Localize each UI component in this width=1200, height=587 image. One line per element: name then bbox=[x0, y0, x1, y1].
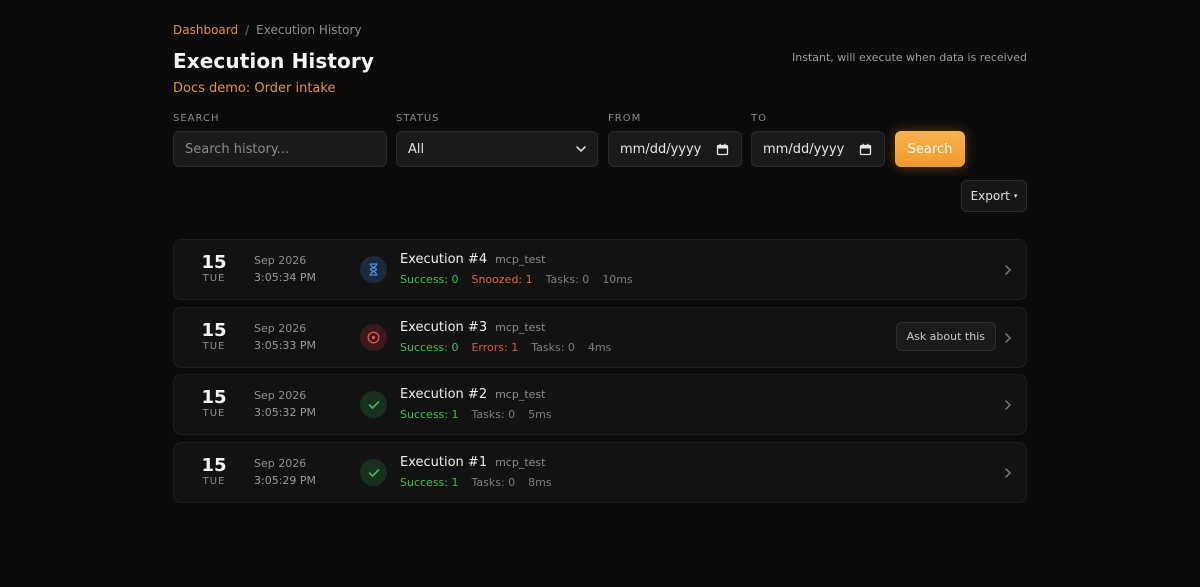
calendar-icon[interactable] bbox=[859, 143, 872, 156]
breadcrumb-dashboard-link[interactable]: Dashboard bbox=[173, 23, 238, 37]
execution-name: Execution #2 bbox=[400, 387, 488, 402]
execution-time: 3:05:29 PM bbox=[254, 474, 317, 487]
execution-day: 15 bbox=[201, 455, 227, 476]
execution-month: Sep 2026 bbox=[254, 389, 307, 402]
caret-down-icon: ▾ bbox=[1013, 192, 1018, 200]
stat-success: Success: 1 bbox=[400, 408, 459, 421]
check-icon bbox=[368, 400, 379, 409]
stat-snoozed: Snoozed: 1 bbox=[471, 273, 533, 286]
hourglass-icon bbox=[369, 263, 378, 276]
execution-time: 3:05:32 PM bbox=[254, 406, 317, 419]
breadcrumb: Dashboard / Execution History bbox=[173, 23, 362, 37]
breadcrumb-current: Execution History bbox=[256, 23, 362, 37]
execution-stats: Success: 1 Tasks: 0 5ms bbox=[400, 408, 552, 421]
stat-duration: 4ms bbox=[587, 341, 612, 354]
execution-day: 15 bbox=[201, 320, 227, 341]
status-select-value: All bbox=[408, 141, 425, 157]
to-label: TO bbox=[751, 113, 767, 124]
execution-time: 3:05:33 PM bbox=[254, 339, 317, 352]
execution-day: 15 bbox=[201, 387, 227, 408]
chevron-right-icon[interactable] bbox=[1004, 264, 1012, 276]
workflow-subtitle: Docs demo: Order intake bbox=[173, 81, 336, 96]
status-snoozed-badge bbox=[360, 256, 387, 283]
calendar-icon[interactable] bbox=[716, 143, 729, 156]
execution-title: Execution #3 mcp_test bbox=[400, 320, 545, 335]
execution-stats: Success: 0 Snoozed: 1 Tasks: 0 10ms bbox=[400, 273, 633, 286]
execution-row[interactable]: 15 TUE Sep 2026 3:05:34 PM Execution #4 m… bbox=[173, 239, 1027, 300]
search-button[interactable]: Search bbox=[895, 131, 965, 167]
execution-day: 15 bbox=[201, 252, 227, 273]
search-input[interactable]: Search history... bbox=[173, 131, 387, 167]
execution-name: Execution #1 bbox=[400, 455, 488, 470]
from-date-value: mm/dd/yyyy bbox=[620, 141, 702, 157]
stat-success: Success: 0 bbox=[400, 341, 459, 354]
status-error-badge bbox=[360, 324, 387, 351]
execution-stats: Success: 1 Tasks: 0 8ms bbox=[400, 476, 552, 489]
status-select[interactable]: All bbox=[396, 131, 598, 167]
execution-tag: mcp_test bbox=[495, 456, 546, 469]
chevron-down-icon bbox=[576, 146, 586, 153]
execution-row[interactable]: 15 TUE Sep 2026 3:05:29 PM Execution #1 m… bbox=[173, 442, 1027, 503]
stat-duration: 8ms bbox=[528, 476, 552, 489]
stat-success: Success: 0 bbox=[400, 273, 459, 286]
chevron-right-icon[interactable] bbox=[1004, 399, 1012, 411]
execution-tag: mcp_test bbox=[495, 388, 546, 401]
from-date-input[interactable]: mm/dd/yyyy bbox=[608, 131, 742, 167]
stat-errors: Errors: 1 bbox=[471, 341, 519, 354]
status-success-badge bbox=[360, 459, 387, 486]
export-label: Export bbox=[970, 189, 1010, 203]
chevron-right-icon[interactable] bbox=[1004, 467, 1012, 479]
check-icon bbox=[368, 468, 379, 477]
status-label: STATUS bbox=[396, 113, 440, 124]
stat-tasks: Tasks: 0 bbox=[545, 273, 590, 286]
stat-tasks: Tasks: 0 bbox=[531, 341, 575, 354]
execution-time: 3:05:34 PM bbox=[254, 271, 317, 284]
execution-title: Execution #4 mcp_test bbox=[400, 252, 545, 267]
execution-month: Sep 2026 bbox=[254, 457, 307, 470]
execution-name: Execution #3 bbox=[400, 320, 488, 335]
to-date-input[interactable]: mm/dd/yyyy bbox=[751, 131, 885, 167]
stat-tasks: Tasks: 0 bbox=[471, 476, 516, 489]
execution-month: Sep 2026 bbox=[254, 322, 307, 335]
execution-tag: mcp_test bbox=[495, 253, 546, 266]
status-success-badge bbox=[360, 391, 387, 418]
execution-weekday: TUE bbox=[202, 476, 226, 487]
export-button[interactable]: Export ▾ bbox=[961, 180, 1027, 212]
page-title: Execution History bbox=[173, 49, 374, 73]
stat-tasks: Tasks: 0 bbox=[471, 408, 516, 421]
breadcrumb-separator: / bbox=[245, 23, 250, 37]
execution-row[interactable]: 15 TUE Sep 2026 3:05:33 PM Execution #3 m… bbox=[173, 307, 1027, 368]
search-placeholder: Search history... bbox=[185, 141, 290, 157]
search-label: SEARCH bbox=[173, 113, 220, 124]
execution-name: Execution #4 bbox=[400, 252, 488, 267]
trigger-note: Instant, will execute when data is recei… bbox=[792, 51, 1027, 64]
execution-month: Sep 2026 bbox=[254, 254, 307, 267]
execution-weekday: TUE bbox=[202, 273, 226, 284]
error-circle-icon bbox=[367, 331, 380, 344]
execution-title: Execution #2 mcp_test bbox=[400, 387, 545, 402]
from-label: FROM bbox=[608, 113, 642, 124]
execution-title: Execution #1 mcp_test bbox=[400, 455, 545, 470]
stat-duration: 10ms bbox=[602, 273, 633, 286]
to-date-value: mm/dd/yyyy bbox=[763, 141, 845, 157]
stat-success: Success: 1 bbox=[400, 476, 459, 489]
execution-tag: mcp_test bbox=[495, 321, 546, 334]
stat-duration: 5ms bbox=[528, 408, 552, 421]
chevron-right-icon[interactable] bbox=[1004, 332, 1012, 344]
execution-weekday: TUE bbox=[202, 408, 226, 419]
execution-weekday: TUE bbox=[202, 341, 226, 352]
execution-stats: Success: 0 Errors: 1 Tasks: 0 4ms bbox=[400, 341, 611, 354]
ask-about-this-button[interactable]: Ask about this bbox=[895, 322, 996, 351]
execution-row[interactable]: 15 TUE Sep 2026 3:05:32 PM Execution #2 m… bbox=[173, 374, 1027, 435]
